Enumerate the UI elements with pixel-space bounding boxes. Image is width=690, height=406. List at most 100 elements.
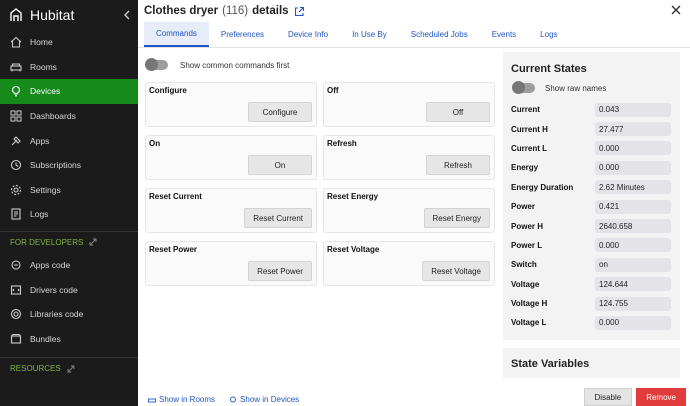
command-label: Off	[327, 86, 339, 95]
state-name: Voltage H	[511, 299, 548, 309]
command-card-reset-energy: Reset Energy Reset Energy	[323, 188, 495, 233]
tab-logs[interactable]: Logs	[528, 22, 569, 47]
command-card-refresh: Refresh Refresh	[323, 135, 495, 180]
disable-button[interactable]: Disable	[583, 388, 633, 406]
sidebar-item-home[interactable]: Home	[0, 30, 138, 55]
developers-label: FOR DEVELOPERS	[10, 237, 84, 247]
current-states-title: Current States	[511, 63, 587, 75]
state-value: 2.62 Minutes	[595, 180, 671, 195]
state-row: Switch on	[503, 255, 680, 274]
device-name: Clothes dryer	[144, 5, 219, 17]
sidebar-item-label: Devices	[30, 86, 61, 97]
sidebar-item-logs[interactable]: Logs	[0, 202, 138, 227]
section-label-developers: FOR DEVELOPERS	[0, 230, 138, 253]
common-commands-toggle[interactable]	[145, 58, 168, 71]
command-label: Reset Power	[149, 245, 198, 254]
collapse-arrows-icon[interactable]	[89, 238, 97, 246]
reset-energy-button[interactable]: Reset Energy	[423, 208, 490, 228]
sidebar-item-settings[interactable]: Settings	[0, 178, 138, 203]
logs-icon	[11, 208, 21, 221]
command-card-reset-power: Reset Power Reset Power	[145, 241, 317, 286]
libraries-code-icon	[10, 309, 22, 320]
state-value: 2640.658	[595, 219, 671, 234]
state-value: 0.000	[595, 315, 671, 330]
state-row: Power 0.421	[503, 197, 680, 216]
state-name: Voltage L	[511, 318, 547, 328]
remove-button[interactable]: Remove	[636, 388, 686, 406]
state-value: 0.000	[595, 160, 671, 175]
tab-preferences[interactable]: Preferences	[209, 22, 276, 47]
off-button[interactable]: Off	[426, 102, 490, 122]
grid-icon	[10, 110, 22, 122]
state-value: 0.043	[595, 102, 671, 117]
command-card-reset-current: Reset Current Reset Current	[145, 188, 317, 233]
sidebar-item-libraries-code[interactable]: Libraries code	[0, 302, 138, 327]
sidebar-item-devices[interactable]: Devices	[0, 79, 138, 104]
drivers-code-icon	[10, 285, 22, 295]
state-name: Current L	[511, 143, 547, 153]
configure-button[interactable]: Configure	[248, 102, 312, 122]
show-in-rooms-link[interactable]: Show in Rooms	[148, 395, 215, 404]
show-in-devices-label: Show in Devices	[240, 395, 300, 404]
chevron-left-icon[interactable]	[120, 8, 134, 22]
sidebar-item-label: Rooms	[30, 61, 57, 72]
reset-power-button[interactable]: Reset Power	[248, 261, 312, 281]
close-icon[interactable]	[670, 4, 682, 16]
sidebar-item-label: Home	[30, 37, 53, 48]
apps-code-icon	[11, 260, 21, 270]
state-row: Current L 0.000	[503, 139, 680, 158]
sidebar-item-bundles[interactable]: Bundles	[0, 327, 138, 352]
command-card-configure: Configure Configure	[145, 82, 317, 127]
home-icon	[10, 37, 22, 48]
state-value: 27.477	[595, 122, 671, 137]
action-buttons: Disable Remove	[583, 388, 686, 406]
resources-label: RESOURCES	[10, 364, 61, 374]
sidebar-item-apps[interactable]: Apps	[0, 128, 138, 153]
state-name: Power	[511, 202, 536, 212]
tab-commands[interactable]: Commands	[144, 22, 209, 47]
command-card-off: Off Off	[323, 82, 495, 127]
show-in-rooms-label: Show in Rooms	[159, 395, 216, 404]
sidebar-item-dashboards[interactable]: Dashboards	[0, 104, 138, 129]
sidebar: Hubitat Home Rooms Devices Dashboards Ap…	[0, 0, 138, 406]
brand[interactable]: Hubitat	[0, 0, 138, 30]
sidebar-item-label: Apps	[30, 135, 50, 146]
sidebar-item-label: Bundles	[30, 333, 61, 344]
tab-device-info[interactable]: Device Info	[276, 22, 340, 47]
state-variables-title: State Variables	[503, 348, 680, 378]
raw-names-label: Show raw names	[545, 83, 607, 93]
sofa-icon	[10, 63, 22, 72]
state-name: Power H	[511, 221, 544, 231]
state-name: Power L	[511, 240, 543, 250]
sidebar-item-apps-code[interactable]: Apps code	[0, 253, 138, 278]
tab-events[interactable]: Events	[480, 22, 528, 47]
raw-names-toggle[interactable]	[512, 81, 535, 94]
command-label: Reset Current	[149, 192, 202, 201]
external-link-icon[interactable]	[294, 6, 305, 17]
state-value: 0.000	[595, 141, 671, 156]
state-row: Voltage H 124.755	[503, 294, 680, 313]
section-label-resources: RESOURCES	[0, 357, 138, 379]
sidebar-item-drivers-code[interactable]: Drivers code	[0, 277, 138, 302]
refresh-button[interactable]: Refresh	[426, 155, 490, 175]
tab-in-use-by[interactable]: In Use By	[340, 22, 399, 47]
raw-names-toggle-row: Show raw names	[503, 80, 680, 96]
collapse-arrows-icon[interactable]	[67, 365, 75, 373]
tab-scheduled-jobs[interactable]: Scheduled Jobs	[399, 22, 480, 47]
sofa-icon	[148, 398, 156, 402]
state-name: Voltage	[511, 279, 540, 289]
reset-voltage-button[interactable]: Reset Voltage	[422, 261, 490, 281]
sidebar-item-subscriptions[interactable]: Subscriptions	[0, 153, 138, 178]
gear-icon	[10, 184, 22, 195]
command-label: Refresh	[327, 139, 357, 148]
on-button[interactable]: On	[248, 155, 312, 175]
command-card-reset-voltage: Reset Voltage Reset Voltage	[323, 241, 495, 286]
show-in-devices-link[interactable]: Show in Devices	[229, 395, 299, 404]
sidebar-item-label: Drivers code	[30, 284, 78, 295]
sidebar-item-rooms[interactable]: Rooms	[0, 55, 138, 80]
state-name: Current H	[511, 124, 548, 134]
reset-current-button[interactable]: Reset Current	[244, 208, 312, 228]
sidebar-item-label: Dashboards	[30, 111, 76, 122]
sidebar-item-label: Logs	[30, 209, 49, 220]
command-label: On	[149, 139, 161, 148]
